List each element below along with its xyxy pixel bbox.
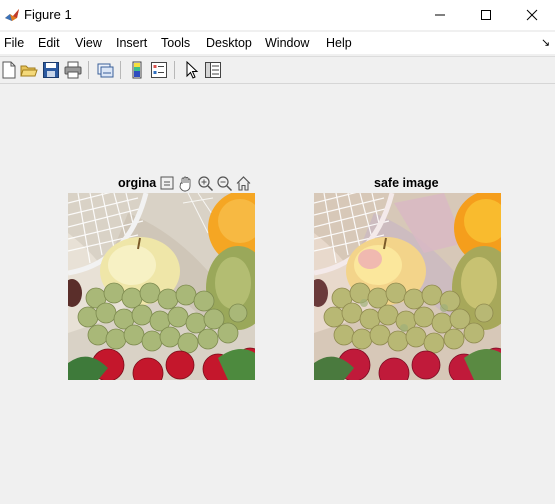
menu-bar: File Edit View Insert Tools Desktop Wind… — [0, 32, 555, 54]
fruit-photo-posterized — [314, 193, 501, 380]
link-plot-icon[interactable] — [96, 61, 114, 79]
close-button[interactable] — [509, 0, 555, 30]
toolbar-separator — [174, 61, 175, 79]
figure-window: Figure 1 File Edit View Insert Tools Des… — [0, 0, 555, 504]
original-image — [68, 193, 255, 380]
zoom-out-icon[interactable] — [216, 175, 233, 192]
open-file-icon[interactable] — [20, 61, 38, 79]
menu-insert[interactable]: Insert — [116, 36, 147, 50]
fruit-photo-original — [68, 193, 255, 380]
open-property-inspector-icon[interactable] — [204, 61, 222, 79]
edit-plot-pointer-icon[interactable] — [183, 61, 201, 79]
title-bar: Figure 1 — [0, 0, 555, 30]
insert-colorbar-icon[interactable] — [128, 61, 146, 79]
new-figure-icon[interactable] — [0, 61, 18, 79]
axes-toolbar — [157, 174, 255, 192]
menu-edit[interactable]: Edit — [38, 36, 60, 50]
menu-desktop[interactable]: Desktop — [206, 36, 252, 50]
minimize-button[interactable] — [417, 0, 463, 30]
close-icon — [526, 9, 538, 21]
toolbar-separator — [88, 61, 89, 79]
print-icon[interactable] — [64, 61, 82, 79]
menu-view[interactable]: View — [75, 36, 102, 50]
menu-tools[interactable]: Tools — [161, 36, 190, 50]
maximize-icon — [481, 10, 491, 20]
axes-title-safe-image: safe image — [374, 176, 439, 190]
toolbar-separator — [120, 61, 121, 79]
zoom-in-icon[interactable] — [197, 175, 214, 192]
export-icon[interactable] — [159, 175, 176, 192]
save-icon[interactable] — [42, 61, 60, 79]
minimize-icon — [435, 14, 445, 16]
axes-title-original: orgina — [118, 176, 157, 190]
pan-hand-icon[interactable] — [178, 175, 195, 192]
insert-legend-icon[interactable] — [150, 61, 168, 79]
matlab-logo-icon — [4, 7, 20, 23]
menu-window[interactable]: Window — [265, 36, 309, 50]
maximize-button[interactable] — [463, 0, 509, 30]
dock-arrow-icon[interactable]: ↘ — [541, 36, 550, 49]
safe-image — [314, 193, 501, 380]
window-title: Figure 1 — [24, 7, 72, 22]
menu-file[interactable]: File — [4, 36, 24, 50]
home-restore-icon[interactable] — [235, 175, 252, 192]
menu-help[interactable]: Help — [326, 36, 352, 50]
figure-toolbar — [0, 56, 555, 84]
